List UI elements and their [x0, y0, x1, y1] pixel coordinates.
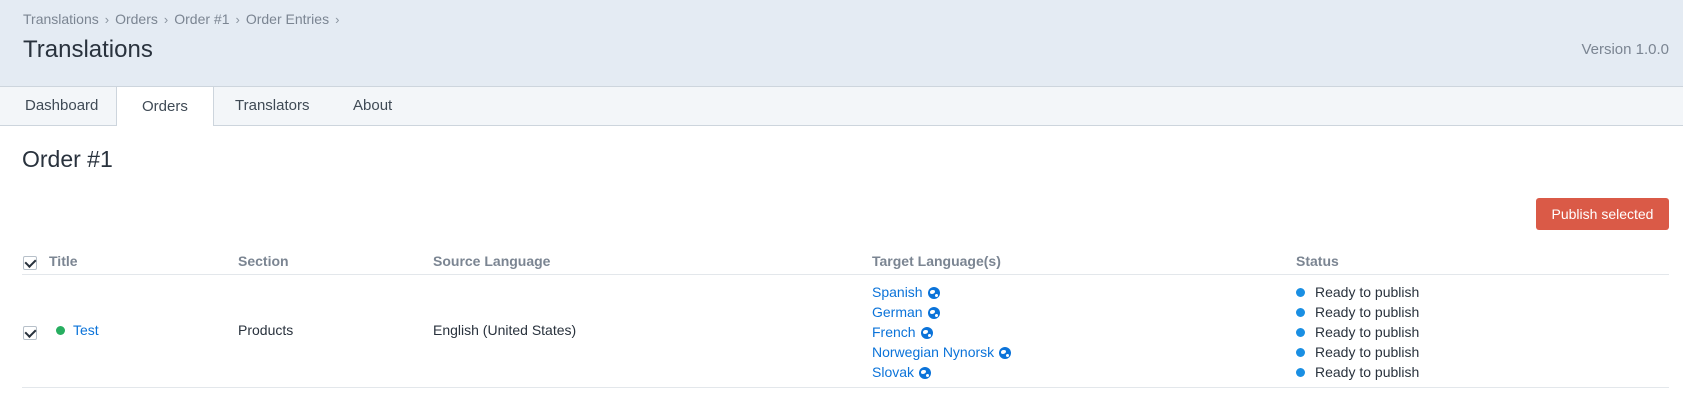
language-item: French — [872, 322, 1011, 342]
chevron-right-icon: › — [235, 11, 240, 27]
tab-bar: Dashboard Orders Translators About — [0, 86, 1683, 126]
entries-table: Title Section Source Language Target Lan… — [22, 246, 1669, 388]
status-dot-icon — [1296, 287, 1305, 297]
breadcrumb-orders[interactable]: Orders — [115, 11, 158, 27]
status-dot-icon — [1296, 367, 1305, 377]
language-link-norwegian-nynorsk[interactable]: Norwegian Nynorsk — [872, 344, 994, 360]
status-dot-icon — [1296, 307, 1305, 317]
breadcrumb: Translations › Orders › Order #1 › Order… — [23, 11, 345, 27]
globe-icon[interactable] — [927, 287, 940, 299]
language-link-spanish[interactable]: Spanish — [872, 284, 923, 300]
order-title: Order #1 — [22, 146, 113, 172]
column-header-title[interactable]: Title — [49, 253, 78, 269]
breadcrumb-order-entries[interactable]: Order Entries — [246, 11, 329, 27]
status-item: Ready to publish — [1296, 282, 1419, 302]
select-all-checkbox[interactable] — [23, 256, 37, 270]
column-header-target-languages: Target Language(s) — [872, 253, 1001, 269]
column-header-status: Status — [1296, 253, 1339, 269]
breadcrumb-order-1[interactable]: Order #1 — [174, 11, 229, 27]
chevron-right-icon: › — [335, 11, 340, 27]
status-item: Ready to publish — [1296, 302, 1419, 322]
entry-status-dot-icon — [56, 325, 65, 335]
status-item: Ready to publish — [1296, 362, 1419, 382]
language-link-slovak[interactable]: Slovak — [872, 364, 914, 380]
chevron-right-icon: › — [104, 11, 110, 27]
status-dot-icon — [1296, 327, 1305, 337]
tab-orders[interactable]: Orders — [116, 86, 214, 126]
breadcrumb-translations[interactable]: Translations — [23, 11, 99, 27]
language-link-french[interactable]: French — [872, 324, 916, 340]
globe-icon[interactable] — [999, 347, 1012, 359]
language-item: Norwegian Nynorsk — [872, 342, 1012, 362]
table-row: Test Products English (United States) Sp… — [22, 275, 1669, 388]
language-link-german[interactable]: German — [872, 304, 923, 320]
tab-about[interactable]: About — [328, 87, 417, 125]
target-languages-cell: Spanish German French Norwegian Nynorsk … — [872, 282, 1012, 382]
status-text: Ready to publish — [1315, 304, 1420, 320]
language-item: Slovak — [872, 362, 1011, 382]
language-item: Spanish — [872, 282, 1011, 302]
status-text: Ready to publish — [1315, 284, 1420, 300]
globe-icon[interactable] — [920, 327, 933, 339]
entry-title-link[interactable]: Test — [73, 322, 99, 338]
status-item: Ready to publish — [1296, 342, 1419, 362]
page-header: Translations › Orders › Order #1 › Order… — [0, 0, 1683, 86]
language-item: German — [872, 302, 1011, 322]
status-dot-icon — [1296, 347, 1305, 357]
page-title: Translations — [23, 36, 153, 63]
version-label: Version 1.0.0 — [1581, 41, 1669, 58]
status-text: Ready to publish — [1315, 324, 1420, 340]
status-cell: Ready to publish Ready to publish Ready … — [1296, 282, 1419, 382]
status-text: Ready to publish — [1315, 364, 1420, 380]
main-content: Order #1 Publish selected Title Section … — [0, 126, 1683, 412]
table-header: Title Section Source Language Target Lan… — [22, 246, 1669, 275]
row-checkbox[interactable] — [23, 326, 37, 340]
title-cell: Test — [56, 322, 99, 338]
status-item: Ready to publish — [1296, 322, 1419, 342]
status-text: Ready to publish — [1315, 344, 1420, 360]
column-header-section[interactable]: Section — [238, 253, 289, 269]
source-language-cell: English (United States) — [433, 322, 577, 338]
tab-dashboard[interactable]: Dashboard — [0, 87, 123, 125]
tab-translators[interactable]: Translators — [210, 87, 334, 125]
column-header-source-language[interactable]: Source Language — [433, 253, 550, 269]
globe-icon[interactable] — [927, 307, 940, 319]
globe-icon[interactable] — [919, 367, 932, 379]
publish-selected-button[interactable]: Publish selected — [1536, 198, 1669, 230]
section-cell: Products — [238, 322, 294, 338]
chevron-right-icon: › — [163, 11, 169, 27]
